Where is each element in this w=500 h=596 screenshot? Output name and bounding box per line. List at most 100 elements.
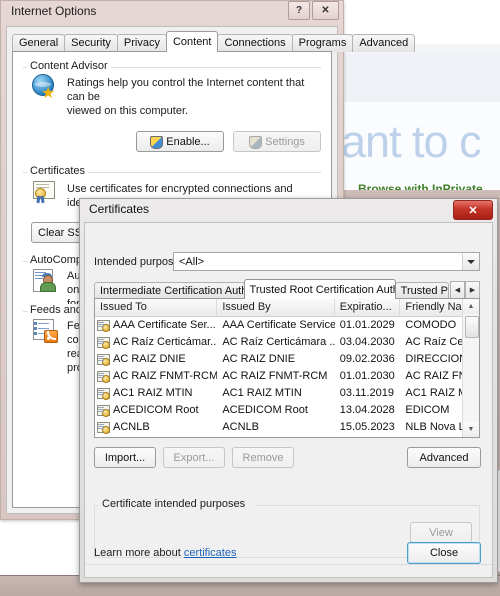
background-headline-text: ant to c (341, 116, 482, 167)
column-issued-to[interactable]: Issued To (95, 299, 218, 316)
list-scrollbar[interactable]: ▲ ▼ (462, 299, 479, 437)
cell-issued_by: ACNLB (222, 421, 260, 433)
group-rule-right (255, 505, 480, 506)
cell-issued_to: AC Raíz Certicámar... (95, 334, 217, 351)
table-row[interactable]: AAA Certificate Ser... AAA Certificate Se… (95, 317, 479, 334)
tab-advanced[interactable]: Advanced (352, 34, 416, 52)
cell-issued_by: AC1 RAIZ MTIN (222, 387, 302, 399)
column-expiration[interactable]: Expiratio... (335, 299, 401, 316)
cell-issued-to-text: ACEDICOM Root (113, 404, 199, 416)
cell-expiration: 13.04.2028 (339, 404, 395, 416)
tab-general[interactable]: General (12, 34, 66, 52)
background-favorites-bar: .. Inventa (344, 54, 500, 103)
cell-issued-to-text: AC1 RAIZ MTIN (113, 387, 193, 399)
internet-options-title-bar[interactable]: Internet Options ? ✕ (0, 0, 342, 26)
tab-security[interactable]: Security (64, 34, 118, 52)
chevron-down-icon[interactable] (462, 253, 479, 270)
cell-issued_to: AC1 RAIZ MTIN (95, 385, 217, 402)
cell-expiration: 01.01.2029 (339, 319, 395, 331)
view-button: View (410, 522, 472, 543)
cell-issued_to: AC RAIZ DNIE (95, 351, 217, 368)
settings-button-label: Settings (265, 135, 305, 148)
table-row[interactable]: AC RAIZ FNMT-RCM AC RAIZ FNMT-RCM 01.01.20… (95, 368, 479, 385)
scrollbar-thumb[interactable] (465, 316, 479, 338)
uac-shield-icon-2 (249, 136, 261, 148)
learn-more-prefix: Learn more about (94, 547, 184, 559)
intended-purposes-label: Certificate intended purposes (99, 498, 249, 510)
advanced-button[interactable]: Advanced (407, 447, 481, 468)
content-advisor-desc-line1: Ratings help you control the Internet co… (67, 77, 305, 103)
feeds-rss-icon (31, 318, 59, 344)
cell-issued_by: ACEDICOM Root (222, 404, 308, 416)
table-row[interactable]: AC1 RAIZ MTIN AC1 RAIZ MTIN 03.11.2019 AC1 … (95, 385, 479, 402)
certificates-link[interactable]: certificates (184, 547, 237, 559)
tab-trusted-root-certification-authorities[interactable]: Trusted Root Certification Authorities (243, 279, 396, 299)
content-advisor-group: Content Advisor ★ Ratings help you contr… (23, 60, 321, 160)
table-row[interactable]: AC Raíz Certicámar... AC Raíz Certicámara… (95, 334, 479, 351)
cell-issued_by: AC RAIZ FNMT-RCM (222, 370, 328, 382)
cell-issued-to-text: ACNLB (113, 421, 150, 433)
table-row[interactable]: Actalis Authenticati...Actalis Authentic… (95, 436, 479, 437)
certificates-tab-strip: Intermediate Certification Authorities T… (94, 279, 480, 299)
enable-button-label: Enable... (166, 135, 210, 148)
cell-issued_to: ACEDICOM Root (95, 402, 217, 419)
tab-programs[interactable]: Programs (291, 34, 354, 52)
tab-scroll-left-icon[interactable]: ◀ (450, 281, 465, 299)
certificate-badge-icon (97, 422, 110, 434)
certificate-badge-icon (97, 354, 110, 366)
intended-purpose-select[interactable]: <All> (173, 252, 480, 271)
cell-issued_by: AC Raíz Certicámara ... (222, 336, 335, 348)
column-issued-by[interactable]: Issued By (217, 299, 335, 316)
certificate-rows: AAA Certificate Ser... AAA Certificate Se… (95, 317, 479, 437)
tab-privacy[interactable]: Privacy (116, 34, 167, 52)
cell-expiration: 25.06.2022 (335, 436, 401, 437)
certificates-client-area: Intended purpose: <All> Intermediate Cer… (84, 222, 493, 578)
uac-shield-icon (150, 135, 164, 149)
tab-connections[interactable]: Connections (217, 34, 293, 52)
enable-button[interactable]: Enable... (136, 131, 224, 152)
tab-trusted-publishers[interactable]: Trusted Publ (394, 282, 449, 299)
internet-options-window-controls: ? ✕ (288, 1, 339, 20)
globe-star-icon: ★ (31, 74, 59, 102)
autocomplete-icon (31, 268, 59, 294)
certificates-group-label: Certificates (27, 165, 89, 177)
table-row[interactable]: AC RAIZ DNIE AC RAIZ DNIE 09.02.2036 DIRECC… (95, 351, 479, 368)
import-button[interactable]: Import... (94, 447, 156, 468)
cell-issued_by: AC RAIZ DNIE (222, 353, 296, 365)
cell-issued_to: AC RAIZ FNMT-RCM (95, 368, 217, 385)
help-button[interactable]: ? (288, 1, 310, 20)
certificates-title-bar[interactable]: Certificates ✕ (79, 198, 496, 222)
certificate-badge-icon (97, 388, 110, 400)
cell-issued_to: ACNLB (95, 419, 217, 436)
table-row[interactable]: ACEDICOM Root ACEDICOM Root 13.04.2028 EDIC… (95, 402, 479, 419)
tab-content[interactable]: Content (165, 31, 219, 52)
certificate-list[interactable]: Issued To Issued By Expiratio... Friendl… (94, 298, 480, 438)
learn-more-row: Learn more about certificates (94, 547, 236, 559)
cell-issued-to-text: AC Raíz Certicámar... (113, 336, 218, 348)
close-icon[interactable]: ✕ (453, 200, 493, 220)
table-row[interactable]: ACNLBACNLB15.05.2023NLB Nova Ljublja... (95, 419, 479, 436)
content-advisor-desc-line2: viewed on this computer. (67, 105, 189, 117)
scroll-up-icon[interactable]: ▲ (463, 299, 479, 314)
tab-scroll-buttons: ◀ ▶ (450, 281, 480, 299)
export-button: Export... (163, 447, 225, 468)
tab-scroll-right-icon[interactable]: ▶ (465, 281, 480, 299)
close-button[interactable]: Close (407, 542, 481, 564)
content-advisor-label: Content Advisor (27, 60, 111, 72)
scroll-down-icon[interactable]: ▼ (463, 422, 479, 437)
cell-expiration: 15.05.2023 (339, 421, 395, 433)
cell-issued-to-text: Actalis Authenticati... (113, 436, 215, 437)
certificate-badge-icon (97, 337, 110, 349)
internet-options-title: Internet Options (11, 4, 97, 18)
intended-purpose-value: <All> (179, 255, 205, 268)
cell-expiration: 01.01.2030 (339, 370, 395, 382)
cell-expiration: 03.04.2030 (339, 336, 395, 348)
content-advisor-body: ★ Ratings help you control the Internet … (23, 74, 321, 152)
footer-divider (85, 564, 492, 565)
certificate-icon (31, 179, 59, 205)
cell-issued-to-text: AC RAIZ DNIE (113, 353, 186, 365)
certificate-badge-icon (97, 405, 110, 417)
settings-button: Settings (233, 131, 321, 152)
close-icon[interactable]: ✕ (312, 1, 339, 20)
tab-intermediate-certification-authorities[interactable]: Intermediate Certification Authorities (94, 282, 245, 299)
